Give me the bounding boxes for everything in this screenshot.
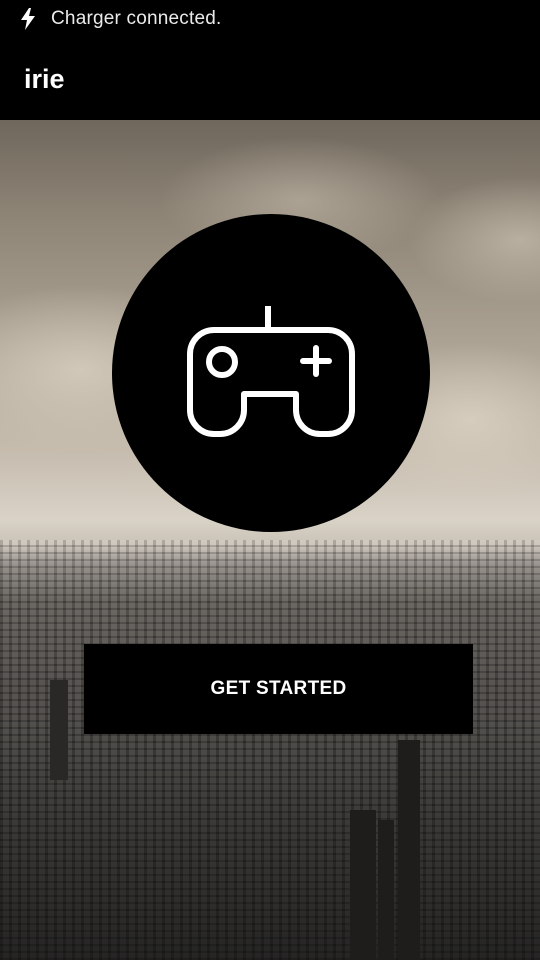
app-bar: irie (0, 38, 540, 120)
gamepad-icon (187, 306, 355, 437)
charging-bolt-icon (17, 8, 39, 30)
building (350, 810, 376, 960)
status-notification-text: Charger connected. (51, 8, 222, 29)
building (50, 680, 68, 780)
game-badge (112, 214, 430, 532)
app-title: irie (24, 63, 65, 94)
building (378, 820, 394, 960)
building (398, 740, 420, 960)
city-shadow (0, 720, 540, 960)
status-bar: Charger connected. (0, 0, 540, 38)
get-started-button[interactable]: GET STARTED (84, 644, 473, 734)
